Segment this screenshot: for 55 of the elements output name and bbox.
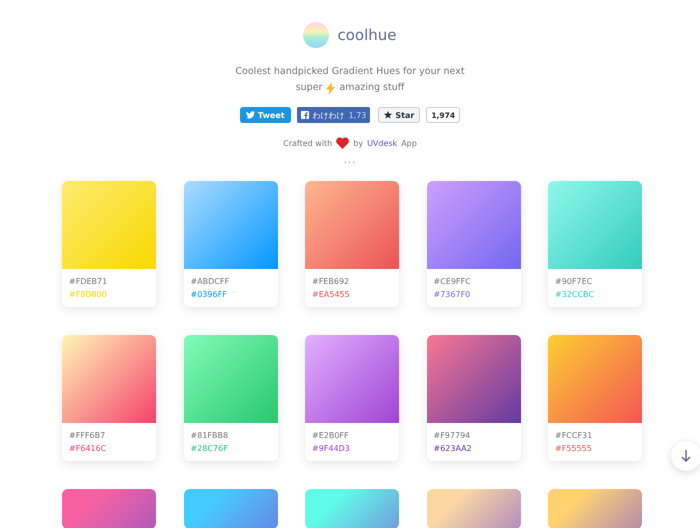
star-button[interactable]: Star (378, 107, 420, 123)
lightning-icon (326, 82, 336, 94)
end-color-code: #EA5455 (312, 289, 351, 301)
gradient-card[interactable]: #FCCF31 #F55555 (548, 335, 642, 461)
end-color-code: #F6416C (69, 443, 108, 455)
end-color-code: #F8D800 (69, 289, 108, 301)
tagline: Coolest handpicked Gradient Hues for your next (235, 65, 465, 79)
start-color-code: #FEB692 (312, 276, 350, 288)
down-arrow-icon (681, 450, 691, 462)
start-color-code: #FDEB71 (69, 276, 108, 288)
gradient-card[interactable]: #81FBB8 #28C76F (184, 335, 278, 461)
credit-text: Crafted with (283, 138, 332, 148)
facebook-icon (300, 111, 309, 119)
gradient-card[interactable]: #ABDCFF #0396FF (184, 181, 278, 307)
gradient-card[interactable]: #F97794 #623AA2 (426, 335, 520, 461)
start-color-code: #FCCF31 (555, 430, 594, 442)
scroll-down-button[interactable] (671, 441, 700, 471)
end-color-code: #0396FF (190, 289, 228, 301)
gradient-card[interactable]: #FDEB71 #F8D800 (62, 181, 156, 307)
end-color-code: #28C76F (190, 443, 229, 455)
credit-text: by (353, 138, 364, 148)
gradient-swatch[interactable] (62, 489, 156, 528)
heart-icon (336, 137, 350, 149)
start-color-code: #FFF6B7 (69, 430, 106, 442)
gradient-card[interactable]: #CE9FFC #7367F0 (426, 181, 520, 307)
uvdesk-link[interactable]: UVdesk (367, 138, 398, 148)
gradient-card[interactable]: #90F7EC #32CCBC (548, 181, 642, 307)
start-color-code: #ABDCFF (190, 276, 230, 288)
end-color-code: #32CCBC (555, 289, 595, 301)
bird-icon (246, 111, 255, 119)
gradient-swatch[interactable] (184, 489, 278, 528)
start-color-code: #E2B0FF (312, 430, 350, 442)
tagline: amazing stuff (339, 81, 404, 95)
end-color-code: #7367F0 (434, 289, 472, 301)
star-icon (384, 111, 392, 119)
end-color-code: #F55555 (555, 443, 593, 455)
facebook-share-button[interactable]: わけわけ 1,73 (296, 107, 370, 123)
site-title: coolhue (337, 26, 396, 44)
start-color-code: #CE9FFC (434, 276, 472, 288)
tagline: super (296, 81, 322, 95)
end-color-code: #623AA2 (434, 443, 473, 455)
start-color-code: #F97794 (434, 430, 472, 442)
gradient-swatch[interactable] (548, 489, 642, 528)
end-color-code: #9F44D3 (312, 443, 351, 455)
gradient-swatch[interactable] (426, 489, 520, 528)
gradient-card[interactable]: #FFF6B7 #F6416C (62, 335, 156, 461)
divider-dots: ... (344, 155, 356, 166)
start-color-code: #81FBB8 (190, 430, 230, 442)
gradient-card[interactable]: #E2B0FF #9F44D3 (305, 335, 399, 461)
start-color-code: #90F7EC (555, 276, 594, 288)
logo-icon (303, 22, 330, 48)
gradient-swatch[interactable] (305, 489, 399, 528)
tweet-button[interactable]: Tweet (240, 107, 291, 123)
credit-text: App (401, 138, 417, 148)
gradient-card[interactable]: #FEB692 #EA5455 (305, 181, 399, 307)
